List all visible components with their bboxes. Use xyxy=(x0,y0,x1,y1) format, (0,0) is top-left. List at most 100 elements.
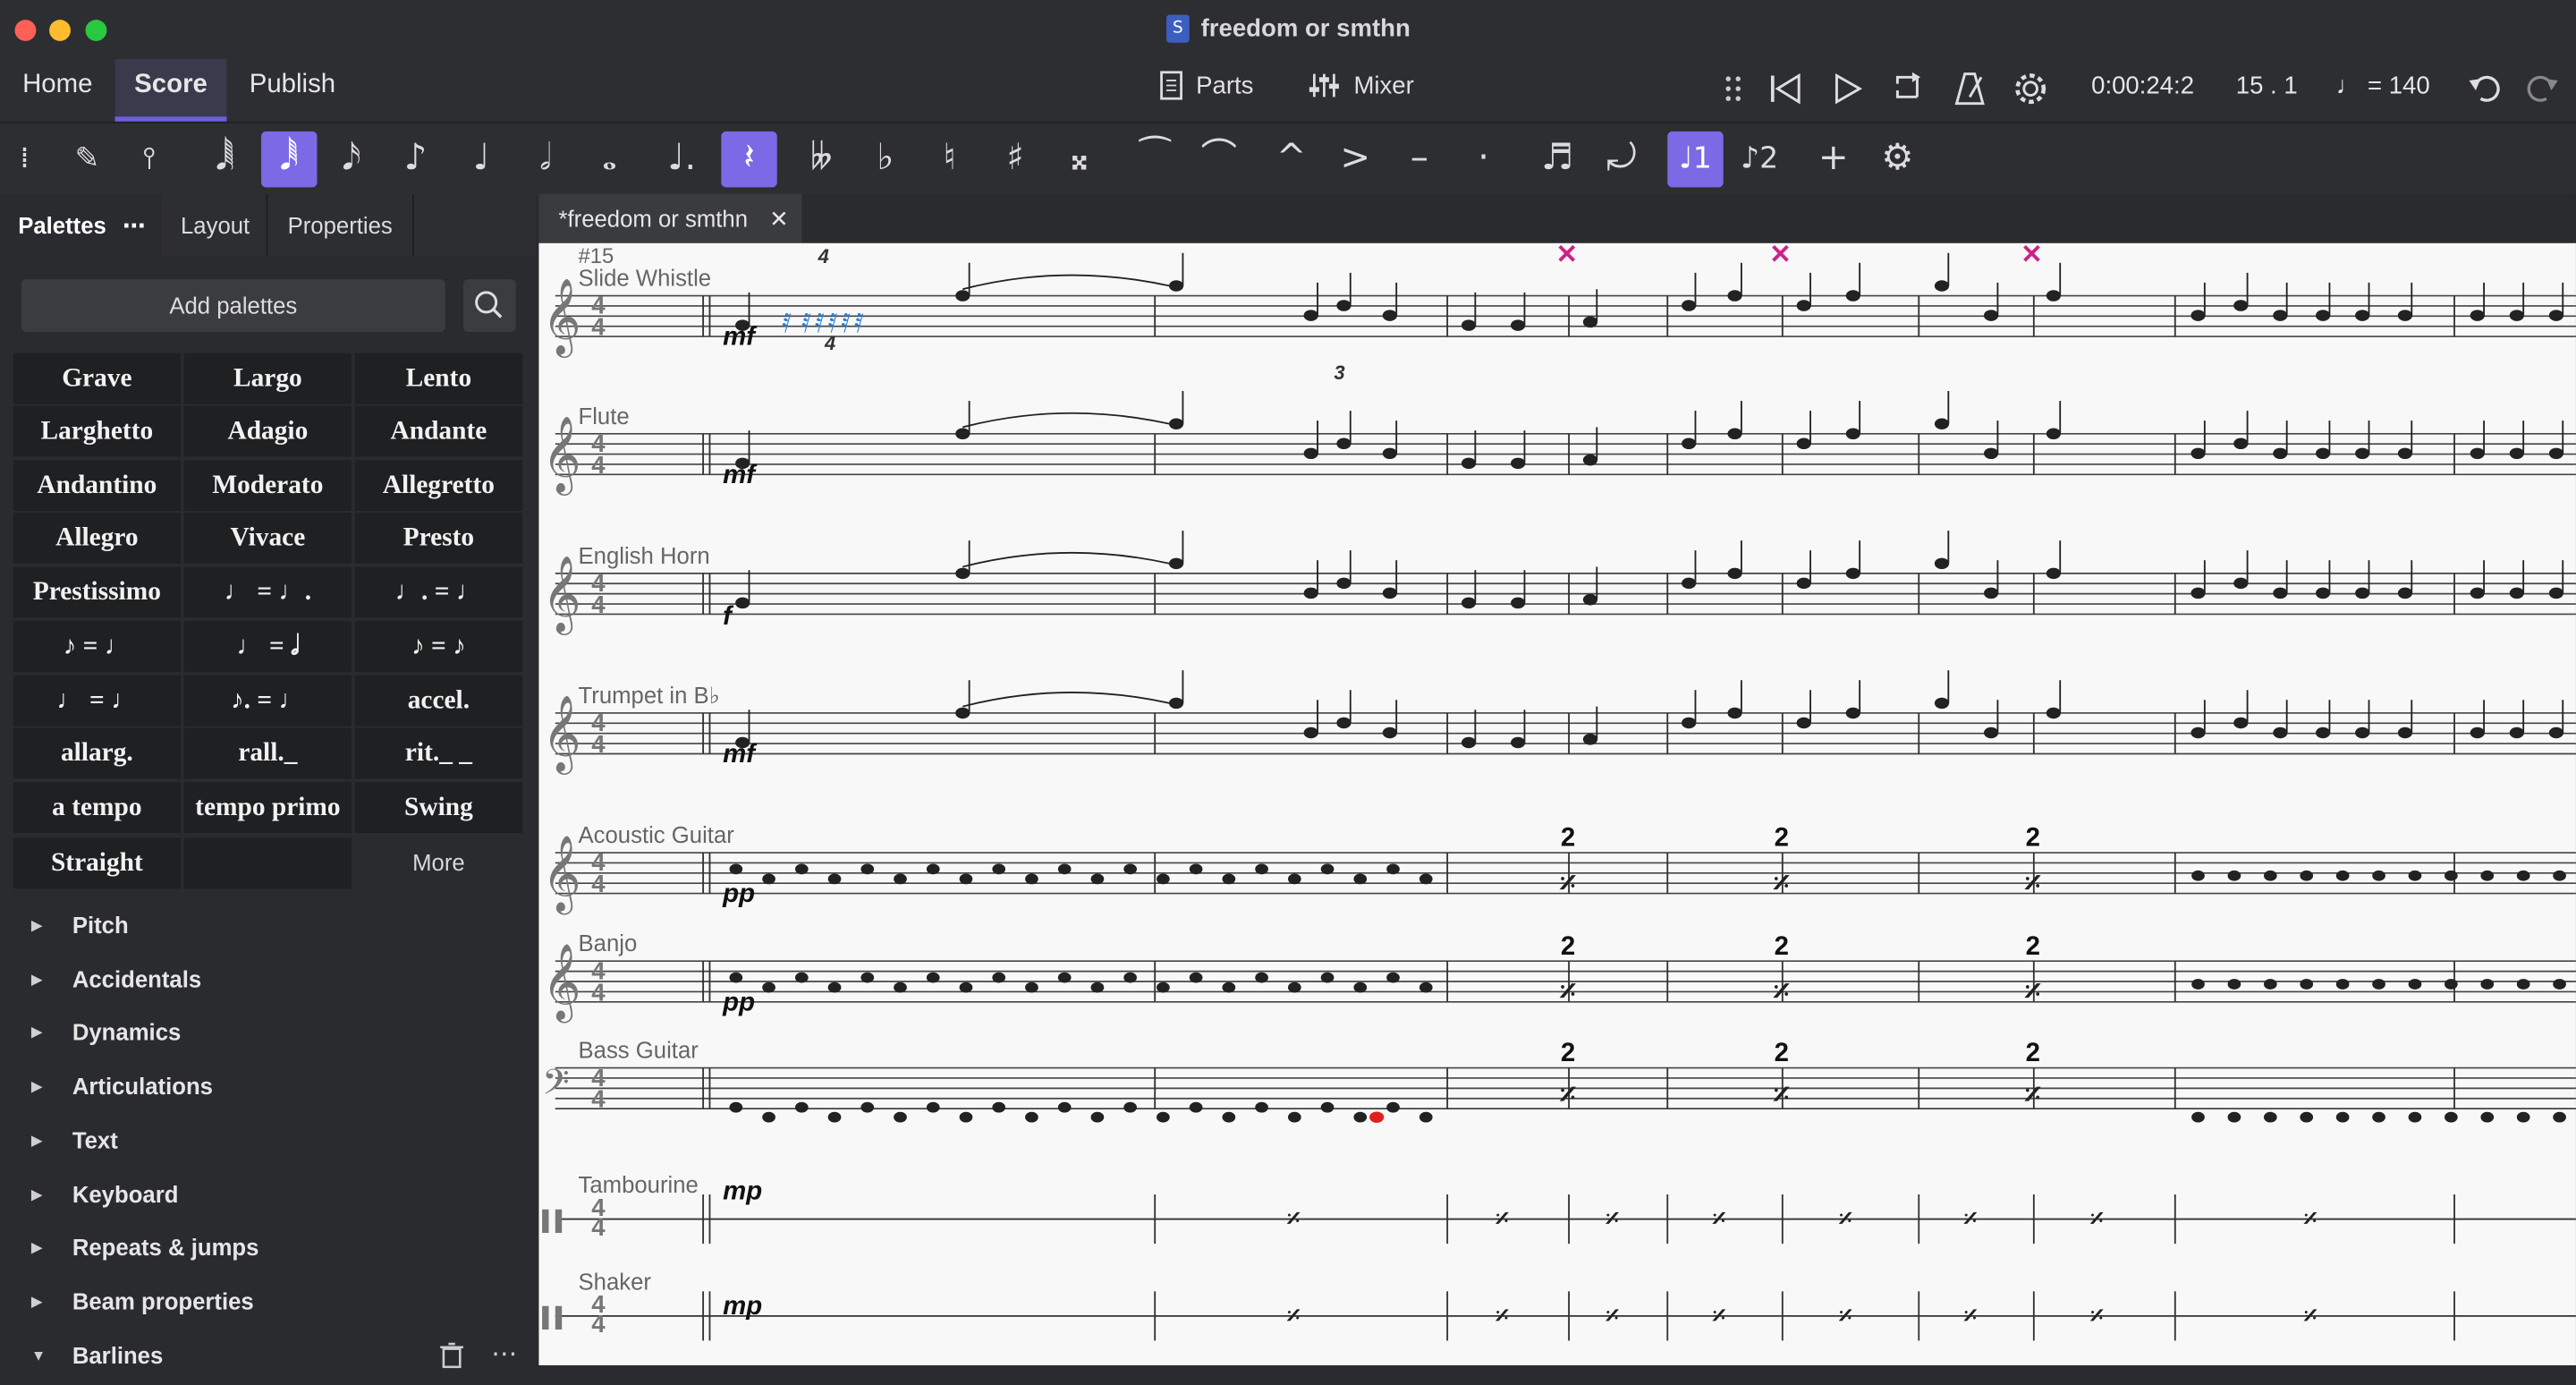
tab-home[interactable]: Home xyxy=(0,59,115,122)
tab-properties[interactable]: Properties xyxy=(267,193,414,257)
double-flat-icon[interactable]: 𝄫 xyxy=(793,132,849,187)
tempo-palette-cell[interactable]: ♩ = ♩. xyxy=(183,566,352,618)
rewind-icon[interactable] xyxy=(1767,72,1803,106)
tempo-palette-cell[interactable]: Presto xyxy=(354,512,523,564)
tempo-palette-cell[interactable]: Prestissimo xyxy=(13,566,182,618)
palette-section-accidentals[interactable]: ▶ Accidentals xyxy=(0,952,536,1005)
close-window-button[interactable] xyxy=(14,20,37,41)
palette-section-beam-properties[interactable]: ▶ Beam properties xyxy=(0,1275,536,1328)
palette-section-label: Accidentals xyxy=(72,965,202,992)
duration-half-icon[interactable]: 𝅗𝅥 xyxy=(518,132,573,187)
tenuto-icon[interactable]: – xyxy=(1392,132,1447,187)
flat-icon[interactable]: ♭ xyxy=(858,132,913,187)
note-input-pencil-icon[interactable]: ✎ xyxy=(59,132,114,187)
marcato-icon[interactable]: ^ xyxy=(1263,132,1318,187)
tuplet-icon[interactable]: ♬ xyxy=(1530,132,1585,187)
palette-search-button[interactable] xyxy=(462,279,516,332)
tempo-palette-cell[interactable]: rall._ xyxy=(183,727,352,779)
double-sharp-icon[interactable]: 𝄪 xyxy=(1051,132,1106,187)
palette-section-keyboard[interactable]: ▶ Keyboard xyxy=(0,1168,536,1220)
palette-section-text[interactable]: ▶ Text xyxy=(0,1114,536,1167)
minimize-window-button[interactable] xyxy=(49,20,71,41)
tab-publish[interactable]: Publish xyxy=(226,59,358,122)
trash-icon[interactable] xyxy=(437,1340,467,1370)
rest-icon[interactable]: 𝄽 xyxy=(721,131,777,188)
instrument-name: Bass Guitar xyxy=(579,1039,699,1064)
slur-icon[interactable]: ⌒ xyxy=(1191,132,1247,187)
accent-icon[interactable]: > xyxy=(1327,132,1383,187)
toolbar-settings-gear-icon[interactable]: ⚙ xyxy=(1869,132,1925,187)
natural-icon[interactable]: ♮ xyxy=(921,132,977,187)
duration-quarter-icon[interactable]: ♩ xyxy=(453,132,509,187)
playback-time-display: 0:00:24:2 xyxy=(2091,72,2195,101)
add-icon[interactable]: + xyxy=(1806,132,1861,187)
tempo-palette-cell[interactable]: Moderato xyxy=(183,460,352,512)
palette-section-pitch[interactable]: ▶ Pitch xyxy=(0,898,536,951)
expand-right-icon: ▶ xyxy=(30,1185,43,1202)
parts-button[interactable]: Parts xyxy=(1160,71,1253,100)
tempo-palette-cell[interactable]: Allegretto xyxy=(354,460,523,512)
duration-16th-icon[interactable]: 𝅘𝅥𝅯 xyxy=(324,132,379,187)
redo-icon[interactable] xyxy=(2523,71,2559,106)
add-palettes-button[interactable]: Add palettes xyxy=(21,279,445,332)
tempo-palette-cell[interactable]: Adagio xyxy=(183,405,352,457)
tempo-palette-cell[interactable]: ♪. = ♩ xyxy=(183,675,352,726)
tempo-palette-cell[interactable]: Allegro xyxy=(13,512,182,564)
voice-2-icon[interactable]: ♪2 xyxy=(1732,132,1787,187)
duration-32nd-icon[interactable]: 𝅘𝅥𝅱 xyxy=(261,131,318,188)
tab-layout[interactable]: Layout xyxy=(165,193,268,257)
tempo-palette-cell[interactable]: Grave xyxy=(13,353,182,404)
sharp-icon[interactable]: ♯ xyxy=(987,132,1043,187)
input-mode-icon[interactable]: ⫯ xyxy=(122,132,177,187)
tempo-palette-cell[interactable]: ♪ = ♩ xyxy=(13,621,182,673)
tempo-palette-cell[interactable]: Andantino xyxy=(13,460,182,512)
duration-64th-icon[interactable]: 𝅘𝅥𝅲 xyxy=(197,132,252,187)
expand-right-icon: ▶ xyxy=(30,1077,43,1095)
tempo-palette-cell[interactable]: a tempo xyxy=(13,782,182,834)
mixer-button[interactable]: Mixer xyxy=(1308,71,1414,100)
tempo-palette-cell[interactable]: tempo primo xyxy=(183,782,352,834)
tempo-palette-cell[interactable]: ♩ = 𝅗𝅥 xyxy=(183,621,352,673)
tempo-palette-cell[interactable]: Swing xyxy=(354,782,523,834)
duration-whole-icon[interactable]: 𝅝 xyxy=(581,132,637,187)
palette-section-articulations[interactable]: ▶ Articulations xyxy=(0,1060,536,1113)
tempo-palette-cell[interactable]: Andante xyxy=(354,405,523,457)
tempo-palette-cell[interactable] xyxy=(183,837,352,889)
loop-playback-icon[interactable] xyxy=(1889,71,1925,106)
barlines-menu-icon[interactable]: ⋯ xyxy=(491,1338,517,1371)
tempo-palette-cell[interactable]: Straight xyxy=(13,837,182,889)
tempo-palette-cell[interactable]: ♩ = ♩ xyxy=(13,675,182,726)
playback-settings-gear-icon[interactable] xyxy=(2012,71,2048,106)
tab-palettes[interactable]: Palettes ⋯ xyxy=(0,193,161,257)
drag-handle-icon[interactable] xyxy=(1722,72,1745,106)
tempo-palette-cell[interactable]: allarg. xyxy=(13,727,182,779)
metronome-icon[interactable] xyxy=(1952,71,1987,106)
voice-1-icon[interactable]: ♩1 xyxy=(1667,131,1724,188)
flip-direction-icon[interactable]: ⤾ xyxy=(1594,132,1649,187)
close-tab-icon[interactable]: ✕ xyxy=(769,194,789,243)
more-tempo-button[interactable]: More xyxy=(354,837,523,889)
toolbar-drag-handle-icon[interactable]: ⁞ xyxy=(0,132,53,187)
undo-icon[interactable] xyxy=(2468,71,2504,106)
tempo-palette-cell[interactable]: Largo xyxy=(183,353,352,404)
tab-score[interactable]: Score xyxy=(114,59,227,122)
staccato-icon[interactable]: · xyxy=(1455,132,1511,187)
score-page[interactable]: #15 Slide Whistle 𝄞 4 4 Flute 𝄞 4 4 English Horn 𝄞… xyxy=(538,240,2576,1365)
tempo-palette-cell[interactable]: Larghetto xyxy=(13,405,182,457)
score-canvas[interactable]: #15Slide Whistle𝄞 44Flute𝄞 44English Horn𝄞… xyxy=(538,240,2576,1365)
tempo-palette-cell[interactable]: Lento xyxy=(354,353,523,404)
maximize-window-button[interactable] xyxy=(85,20,107,41)
duration-eighth-icon[interactable]: ♪ xyxy=(387,132,443,187)
tie-icon[interactable]: ⁀ xyxy=(1127,132,1182,187)
augmentation-dot-icon[interactable]: ♩. xyxy=(654,132,709,187)
score-tab[interactable]: *freedom or smthn ✕ xyxy=(538,193,802,243)
tempo-palette-cell[interactable]: rit._ _ xyxy=(354,727,523,779)
palette-section-dynamics[interactable]: ▶ Dynamics xyxy=(0,1007,536,1059)
tempo-palette-cell[interactable]: accel. xyxy=(354,675,523,726)
palettes-menu-icon[interactable]: ⋯ xyxy=(123,212,146,238)
tempo-palette-cell[interactable]: Vivace xyxy=(183,512,352,564)
tempo-palette-cell[interactable]: ♩. = ♩ xyxy=(354,566,523,618)
play-icon[interactable] xyxy=(1830,72,1863,106)
tempo-palette-cell[interactable]: ♪ = ♪ xyxy=(354,621,523,673)
palette-section-repeats-jumps[interactable]: ▶ Repeats & jumps xyxy=(0,1221,536,1274)
